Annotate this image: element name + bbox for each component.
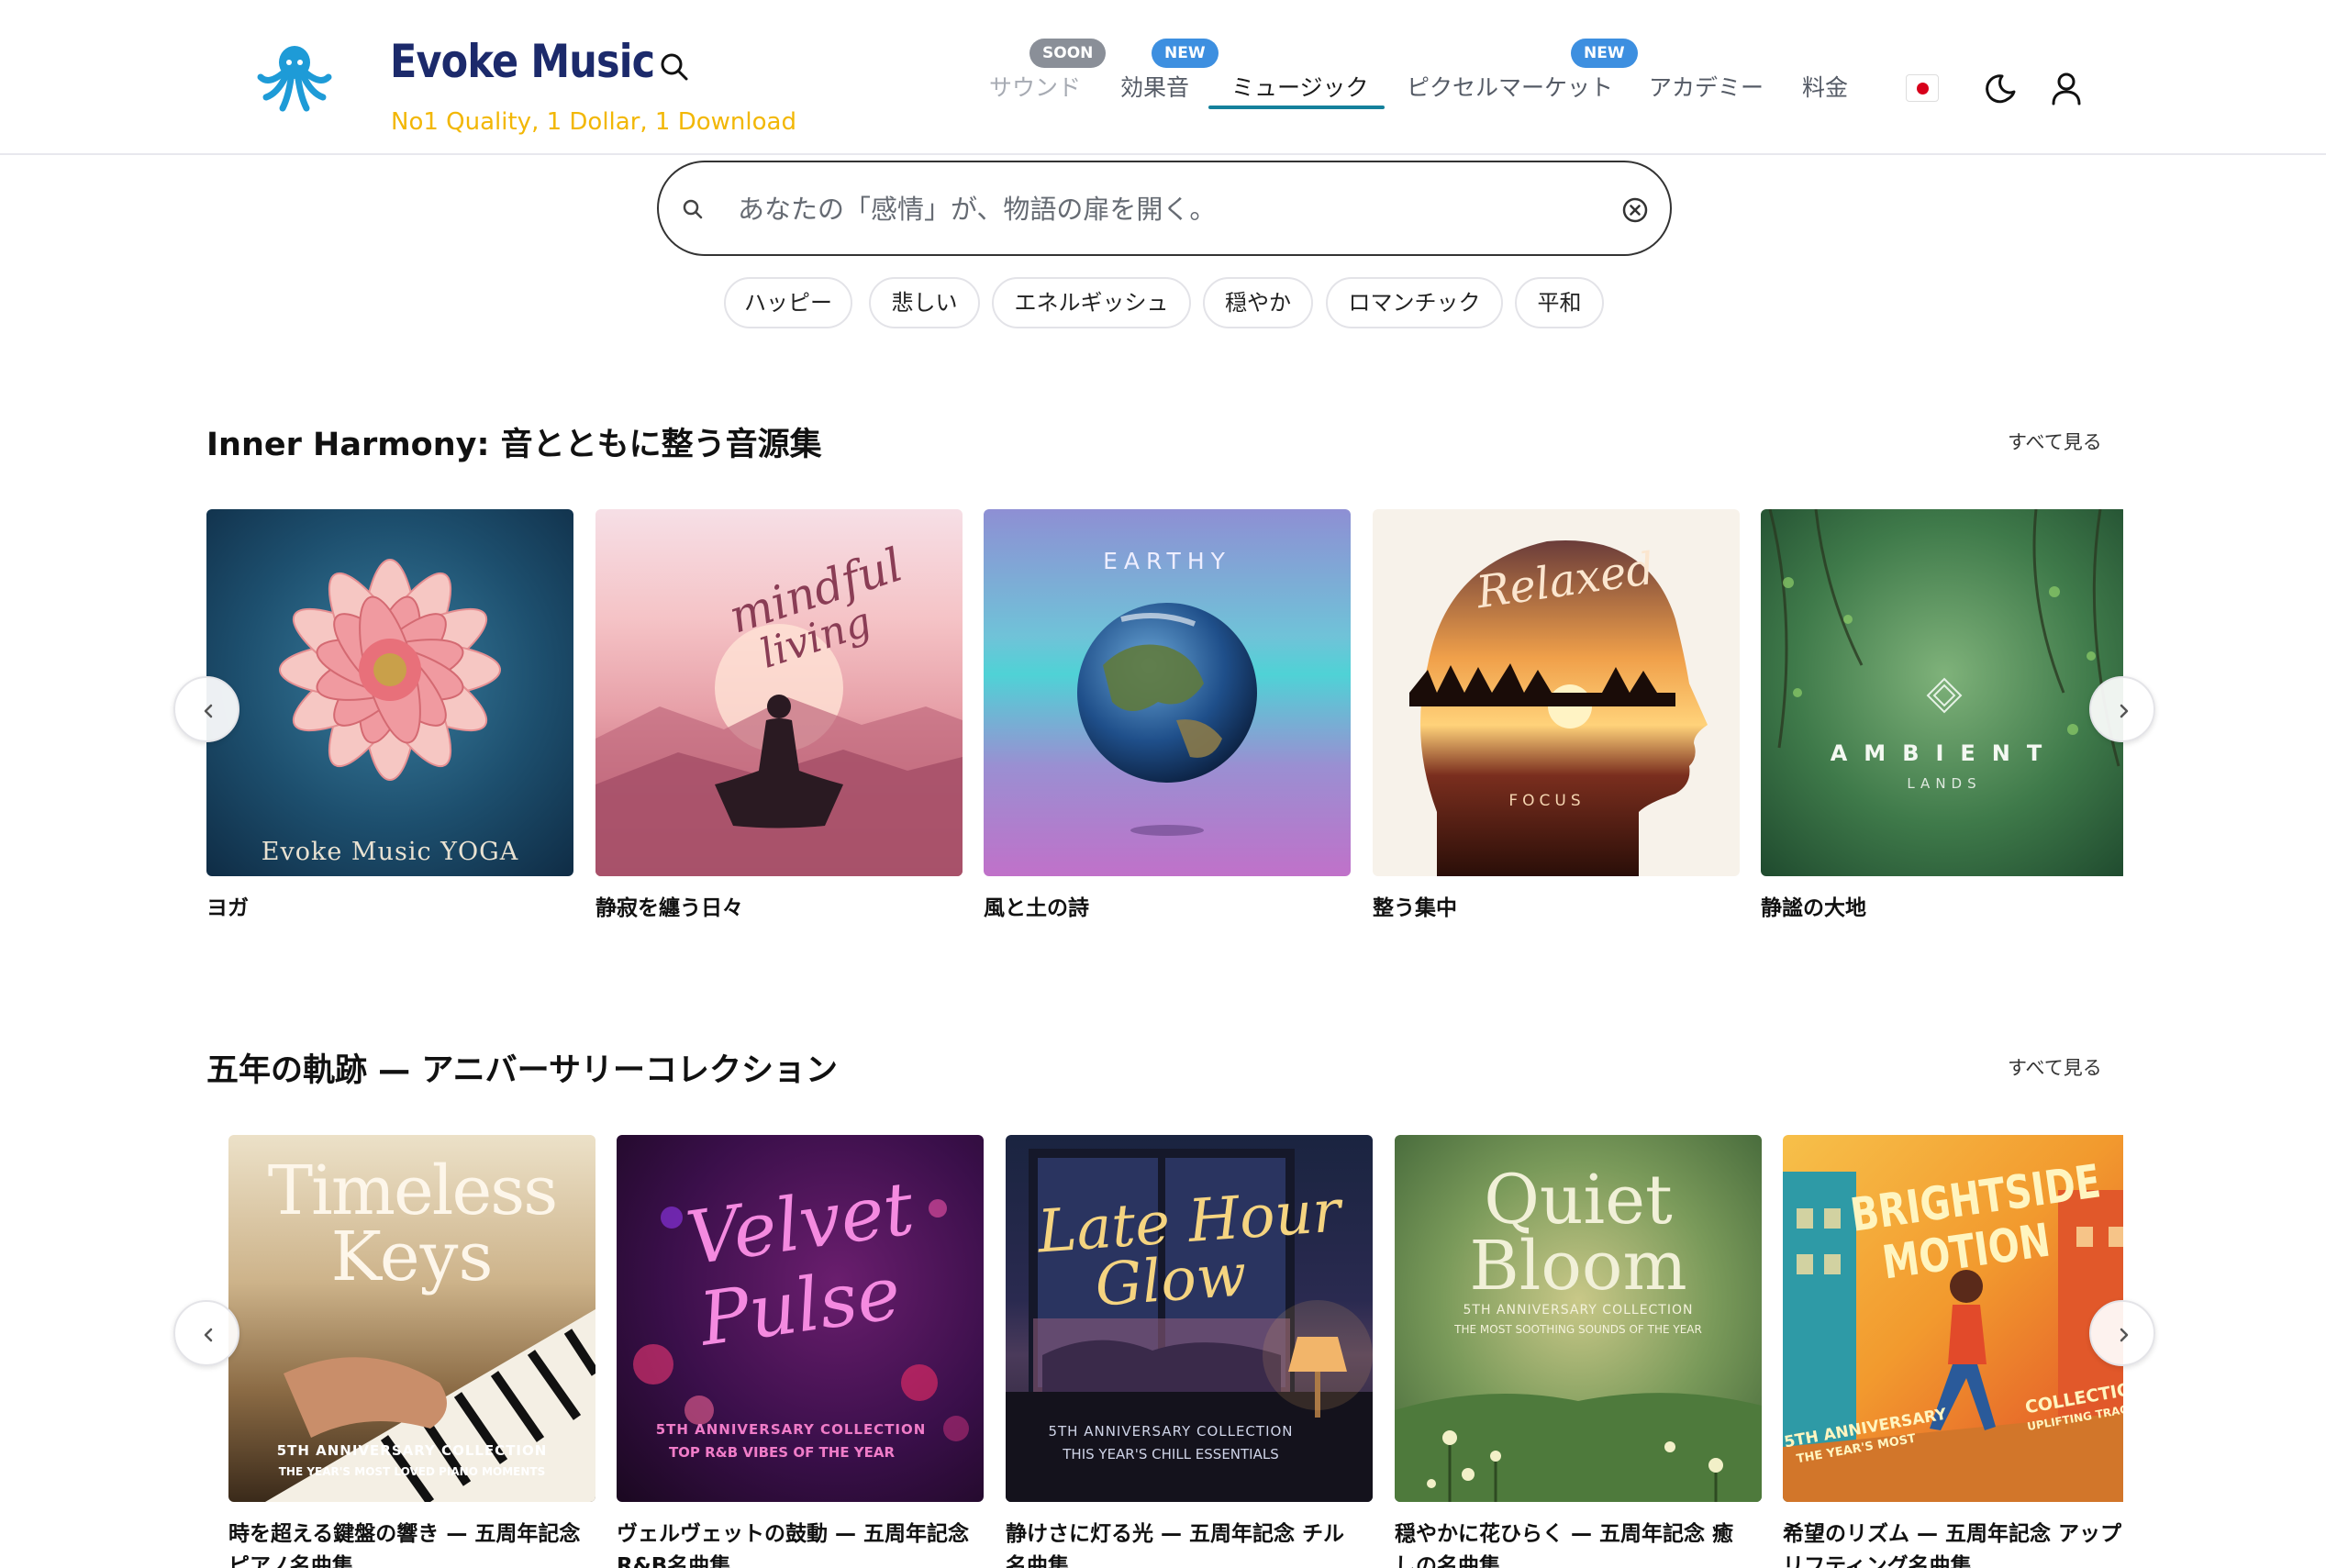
section-title-inner-harmony: Inner Harmony: 音とともに整う音源集 (206, 427, 822, 463)
nav-badge-soon: SOON (1029, 39, 1107, 68)
mood-chip-happy[interactable]: ハッピー (724, 277, 852, 328)
album-art-caption: 5TH ANNIVERSARY COLLECTION (1463, 1303, 1694, 1318)
album-title-line: R&B名曲集 (617, 1554, 731, 1568)
album-art-caption: THE YEAR'S MOST LOVED PIANO MOMENTS (278, 1465, 546, 1478)
user-icon[interactable] (2048, 70, 2085, 106)
album-art-caption: THE MOST SOOTHING SOUNDS OF THE YEAR (1454, 1323, 1702, 1336)
mood-search-box[interactable] (657, 161, 1672, 256)
album-title[interactable]: 静寂を纏う日々 (595, 893, 963, 925)
section-title-anniversary: 五年の軌跡 — アニバーサリーコレクション (206, 1052, 838, 1089)
album-art-caption: THIS YEAR'S CHILL ESSENTIALS (1063, 1446, 1279, 1462)
chevron-right-icon (2120, 704, 2129, 718)
chevron-left-icon (204, 1328, 213, 1342)
album-art-caption: 5TH ANNIVERSARY COLLECTION (276, 1442, 548, 1459)
mood-chip-calm[interactable]: 穏やか (1203, 277, 1313, 328)
mood-chip-sad[interactable]: 悲しい (869, 277, 980, 328)
search-icon[interactable] (659, 51, 690, 83)
carousel-next-button[interactable] (2089, 676, 2155, 742)
carousel-prev-button[interactable] (173, 676, 239, 742)
album-title[interactable]: ヴェルヴェットの鼓動 — 五周年記念 R&B名曲集 (617, 1518, 984, 1568)
album-card-ambient-lands[interactable]: AMBIENT LANDS 静謐の大地 (1761, 509, 2123, 931)
album-title-line: 名曲集 (1006, 1554, 1069, 1568)
see-all-link[interactable]: すべて見る (2008, 428, 2102, 455)
nav-item-academy[interactable]: アカデミー (1649, 70, 1764, 117)
album-title-line: 希望のリズム — 五周年記念 アップ (1783, 1522, 2122, 1546)
album-title-line: 時を超える鍵盤の響き — 五周年記念 (228, 1522, 581, 1546)
album-title[interactable]: 時を超える鍵盤の響き — 五周年記念 ピアノ名曲集 (228, 1518, 595, 1568)
album-title-line: 穏やかに花ひらく — 五周年記念 癒 (1395, 1522, 1734, 1546)
moon-icon[interactable] (1984, 72, 2019, 106)
see-all-link[interactable]: すべて見る (2008, 1053, 2102, 1081)
album-art[interactable]: Late Hour Glow 5TH ANNIVERSARY COLLECTIO… (1006, 1135, 1373, 1502)
album-art[interactable]: Relaxed FOCUS (1373, 509, 1740, 876)
album-art-caption: AMBIENT (1830, 740, 2059, 766)
album-title[interactable]: 穏やかに花ひらく — 五周年記念 癒 しの名曲集 (1395, 1518, 1762, 1568)
album-art[interactable]: Evoke Music YOGA (206, 509, 573, 876)
mood-chip-peaceful[interactable]: 平和 (1515, 277, 1604, 328)
nav-item-sound[interactable]: サウンド (989, 70, 1081, 117)
album-art-caption: Evoke Music YOGA (261, 838, 519, 866)
album-art-caption: Keys (330, 1218, 494, 1296)
album-title[interactable]: 静けさに灯る光 — 五周年記念 チル 名曲集 (1006, 1518, 1373, 1568)
nav-item-music[interactable]: ミュージック (1231, 70, 1369, 117)
album-art[interactable]: Timeless Keys 5TH ANNIVERSARY COLLECTION… (228, 1135, 595, 1502)
clear-icon[interactable] (1620, 195, 1650, 225)
nav-active-indicator (1208, 106, 1385, 109)
album-card-brightside-motion[interactable]: BRIGHTSIDE MOTION 5TH ANNIVERSARY THE YE… (1783, 1135, 2123, 1568)
album-art-caption: 5TH ANNIVERSARY COLLECTION (1048, 1423, 1294, 1440)
nav-badge-new: NEW (1152, 39, 1219, 68)
album-title-line: リフティング名曲集 (1783, 1554, 1972, 1568)
site-header: Evoke Music No1 Quality, 1 Dollar, 1 Dow… (0, 0, 2326, 155)
album-art[interactable]: BRIGHTSIDE MOTION 5TH ANNIVERSARY THE YE… (1783, 1135, 2123, 1502)
album-art-caption: Bloom (1469, 1227, 1687, 1306)
album-title[interactable]: ヨガ (206, 893, 573, 925)
album-art-caption: LANDS (1907, 775, 1982, 792)
album-art[interactable]: mindful living (595, 509, 963, 876)
brand-tagline: No1 Quality, 1 Dollar, 1 Download (391, 108, 796, 136)
mood-chip-romantic[interactable]: ロマンチック (1326, 277, 1503, 328)
album-art[interactable]: EARTHY (984, 509, 1351, 876)
chevron-right-icon (2120, 1328, 2129, 1342)
album-art[interactable]: Quiet Bloom 5TH ANNIVERSARY COLLECTION T… (1395, 1135, 1762, 1502)
japan-flag-icon[interactable] (1906, 74, 1939, 102)
mood-chip-energetic[interactable]: エネルギッシュ (992, 277, 1191, 328)
album-art-caption: FOCUS (1508, 792, 1586, 810)
dahlia-flower-illustration (279, 559, 501, 781)
album-title[interactable]: 整う集中 (1373, 893, 1740, 925)
album-title-line: しの名曲集 (1395, 1554, 1500, 1568)
album-title[interactable]: 風と土の詩 (984, 893, 1351, 925)
album-title-line: ヴェルヴェットの鼓動 — 五周年記念 (617, 1522, 970, 1546)
carousel-prev-button[interactable] (173, 1300, 239, 1366)
album-title[interactable]: 静謐の大地 (1761, 893, 2123, 925)
octopus-logo-icon[interactable] (257, 40, 332, 114)
album-art-caption: 5TH ANNIVERSARY COLLECTION (655, 1421, 927, 1438)
album-title-line: ピアノ名曲集 (228, 1554, 353, 1568)
carousel-next-button[interactable] (2089, 1300, 2155, 1366)
nav-item-pricing[interactable]: 料金 (1802, 70, 1848, 117)
nav-item-sound-effects[interactable]: 効果音 (1120, 70, 1189, 117)
search-icon (683, 199, 703, 219)
brand-name[interactable]: Evoke Music (390, 35, 655, 88)
search-input[interactable] (738, 184, 1564, 234)
album-art[interactable]: Velvet Pulse 5TH ANNIVERSARY COLLECTION … (617, 1135, 984, 1502)
forest-branches-illustration (1768, 509, 2120, 767)
nav-badge-new: NEW (1571, 39, 1638, 68)
chevron-left-icon (204, 704, 213, 718)
album-art-caption: TOP R&B VIBES OF THE YEAR (668, 1444, 896, 1461)
album-art-caption: EARTHY (1103, 548, 1231, 574)
album-art[interactable]: AMBIENT LANDS (1761, 509, 2123, 876)
album-title[interactable]: 希望のリズム — 五周年記念 アップ リフティング名曲集 (1783, 1518, 2123, 1568)
nav-item-pixel-market[interactable]: ピクセルマーケット (1407, 70, 1613, 117)
album-title-line: 静けさに灯る光 — 五周年記念 チル (1006, 1522, 1345, 1546)
